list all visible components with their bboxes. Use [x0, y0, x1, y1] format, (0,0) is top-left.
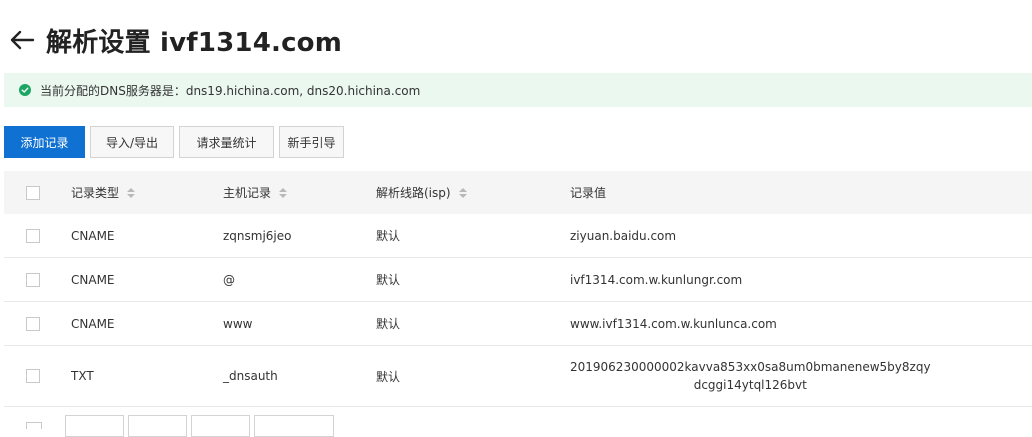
beginner-guide-button[interactable]: 新手引导 — [279, 126, 344, 158]
table-row: TXT _dnsauth 默认 201906230000002kavva853x… — [4, 346, 1032, 407]
record-value-cell: 201906230000002kavva853xx0sa8um0bmanenew… — [570, 346, 931, 406]
host-record-cell: _dnsauth — [223, 369, 278, 383]
row-checkbox[interactable] — [26, 369, 40, 383]
add-record-button[interactable]: 添加记录 — [4, 126, 85, 158]
record-value-line: dcggi14ytql126bvt — [693, 378, 807, 392]
table-row: CNAME www 默认 www.ivf1314.com.w.kunlunca.… — [4, 302, 1032, 346]
table-row: CNAME zqnsmj6jeo 默认 ziyuan.baidu.com — [4, 214, 1032, 258]
records-table: 记录类型 主机记录 解析线路(isp) 记录值 CNAME zqnsmj6jeo… — [4, 171, 1032, 407]
check-circle-icon — [19, 84, 31, 96]
row-checkbox[interactable] — [26, 228, 40, 243]
column-label: 主机记录 — [223, 186, 272, 200]
dns-notice-text: 当前分配的DNS服务器是：dns19.hichina.com, dns20.hi… — [40, 83, 421, 98]
record-type-cell: CNAME — [71, 272, 115, 287]
host-record-cell: www — [223, 316, 253, 331]
sort-icon[interactable] — [127, 187, 136, 198]
dns-notice: 当前分配的DNS服务器是：dns19.hichina.com, dns20.hi… — [4, 73, 1032, 107]
host-record-cell: zqnsmj6jeo — [223, 228, 292, 243]
column-header-host-record[interactable]: 主机记录 — [223, 171, 288, 214]
arrow-left-icon — [10, 30, 35, 50]
back-button[interactable] — [4, 20, 40, 60]
host-record-cell: @ — [223, 272, 235, 287]
record-type-cell: TXT — [71, 369, 94, 383]
row-checkbox[interactable] — [26, 316, 40, 331]
column-header-value: 记录值 — [570, 171, 606, 214]
table-row: CNAME @ 默认 ivf1314.com.w.kunlungr.com — [4, 258, 1032, 302]
line-cell: 默认 — [376, 369, 401, 384]
line-cell: 默认 — [376, 229, 401, 243]
column-header-line[interactable]: 解析线路(isp) — [376, 171, 467, 214]
column-label: 记录值 — [570, 186, 607, 200]
bulk-action-button[interactable] — [191, 415, 250, 437]
line-cell: 默认 — [376, 273, 401, 287]
bulk-action-button[interactable] — [128, 415, 187, 437]
bulk-action-button[interactable] — [254, 415, 334, 437]
import-export-button[interactable]: 导入/导出 — [90, 126, 174, 158]
record-value-cell: ivf1314.com.w.kunlungr.com — [570, 272, 743, 287]
request-stats-button[interactable]: 请求量统计 — [179, 126, 274, 158]
sort-icon[interactable] — [458, 187, 467, 198]
sort-icon[interactable] — [279, 187, 288, 198]
column-label: 解析线路(isp) — [376, 186, 451, 200]
record-type-cell: CNAME — [71, 316, 115, 331]
page-title: 解析设置 ivf1314.com — [46, 27, 343, 58]
line-cell: 默认 — [376, 317, 401, 331]
record-value-cell: www.ivf1314.com.w.kunlunca.com — [570, 316, 777, 331]
toolbar: 添加记录 导入/导出 请求量统计 新手引导 — [4, 126, 349, 158]
bulk-action-button[interactable] — [65, 415, 124, 437]
column-label: 记录类型 — [71, 186, 120, 200]
table-header: 记录类型 主机记录 解析线路(isp) 记录值 — [4, 171, 1032, 214]
column-header-record-type[interactable]: 记录类型 — [71, 171, 136, 214]
row-checkbox[interactable] — [26, 272, 40, 287]
bulk-action-bar — [65, 415, 338, 437]
record-type-cell: CNAME — [71, 228, 115, 243]
select-all-checkbox[interactable] — [26, 185, 40, 200]
record-value-cell: ziyuan.baidu.com — [570, 228, 677, 243]
page-header: 解析设置 ivf1314.com — [0, 18, 342, 62]
record-value-line: 201906230000002kavva853xx0sa8um0bmanenew… — [570, 360, 931, 374]
